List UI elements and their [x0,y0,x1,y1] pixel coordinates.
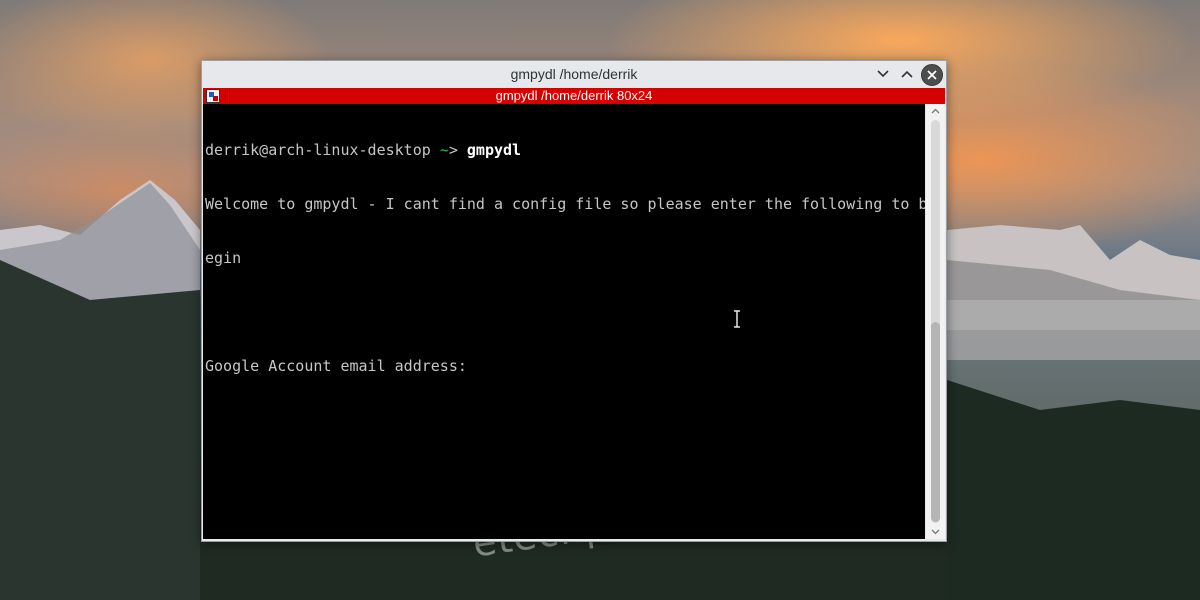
minimize-button[interactable] [874,65,892,83]
chevron-down-icon [877,70,889,78]
prompt-symbol: > [448,141,458,159]
prompt-line: derrik@arch-linux-desktop ~> gmpydl [205,141,925,159]
terminal-tab[interactable]: gmpydl /home/derrik 80x24 [203,88,945,104]
chevron-up-icon [901,70,913,78]
tab-label: gmpydl /home/derrik 80x24 [495,88,653,103]
close-icon [927,70,937,80]
scrollbar-thumb[interactable] [931,322,940,522]
output-line: Welcome to gmpydl - I cant find a config… [205,195,925,213]
terminal-scrollbar[interactable] [926,104,945,539]
chevron-down-icon [931,529,940,535]
prompt-user: derrik@arch-linux-desktop [205,141,431,159]
output-line: egin [205,249,242,267]
window-titlebar[interactable]: gmpydl /home/derrik [202,61,946,87]
terminal-window[interactable]: gmpydl /home/derrik gmpydl /home/derrik … [201,60,947,542]
scroll-up-button[interactable] [926,104,945,118]
output-line: Google Account email address: [205,357,467,375]
window-title: gmpydl /home/derrik [510,66,638,82]
close-button[interactable] [921,64,943,86]
chevron-up-icon [931,108,940,114]
command-text: gmpydl [466,141,522,159]
terminal-output[interactable]: derrik@arch-linux-desktop ~> gmpydl Welc… [203,104,925,539]
text-cursor-icon [734,310,740,328]
scroll-down-button[interactable] [926,525,945,539]
maximize-button[interactable] [898,65,916,83]
prompt-dir: ~ [439,141,449,159]
